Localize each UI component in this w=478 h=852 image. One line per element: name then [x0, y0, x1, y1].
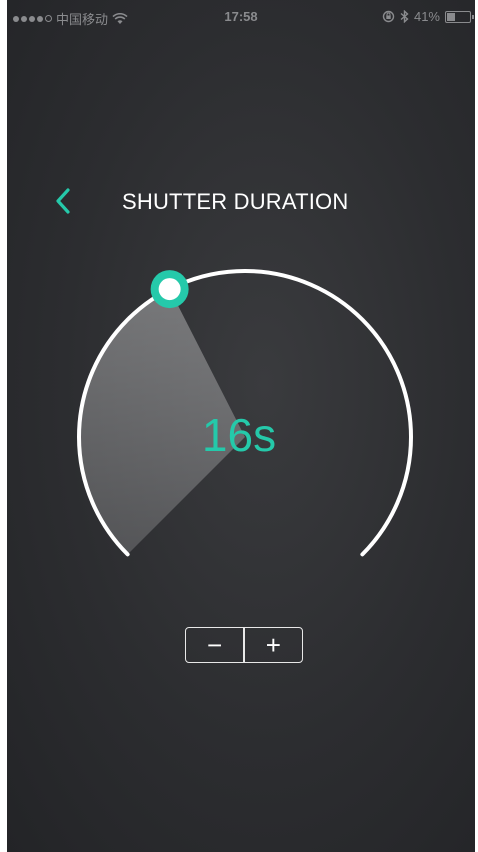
back-button[interactable] — [49, 186, 79, 216]
status-right: 41% — [382, 9, 474, 24]
page-title: SHUTTER DURATION — [122, 189, 349, 214]
shutter-value: 16s — [201, 409, 277, 461]
orientation-lock-icon — [382, 10, 395, 23]
increment-button[interactable]: + — [245, 628, 302, 662]
page-header: SHUTTER DURATION — [7, 180, 475, 224]
status-bar: 中国移动 17:58 41% — [7, 0, 475, 36]
bluetooth-icon — [400, 10, 409, 23]
app-screen: 中国移动 17:58 41% SHUTTER DURATION 16s − + — [7, 0, 475, 852]
dial-knob[interactable] — [150, 270, 189, 309]
chevron-left-icon — [56, 188, 70, 214]
decrement-button[interactable]: − — [186, 628, 243, 662]
battery-icon — [445, 10, 474, 23]
battery-percent: 41% — [413, 9, 440, 24]
value-stepper: − + — [185, 627, 303, 663]
